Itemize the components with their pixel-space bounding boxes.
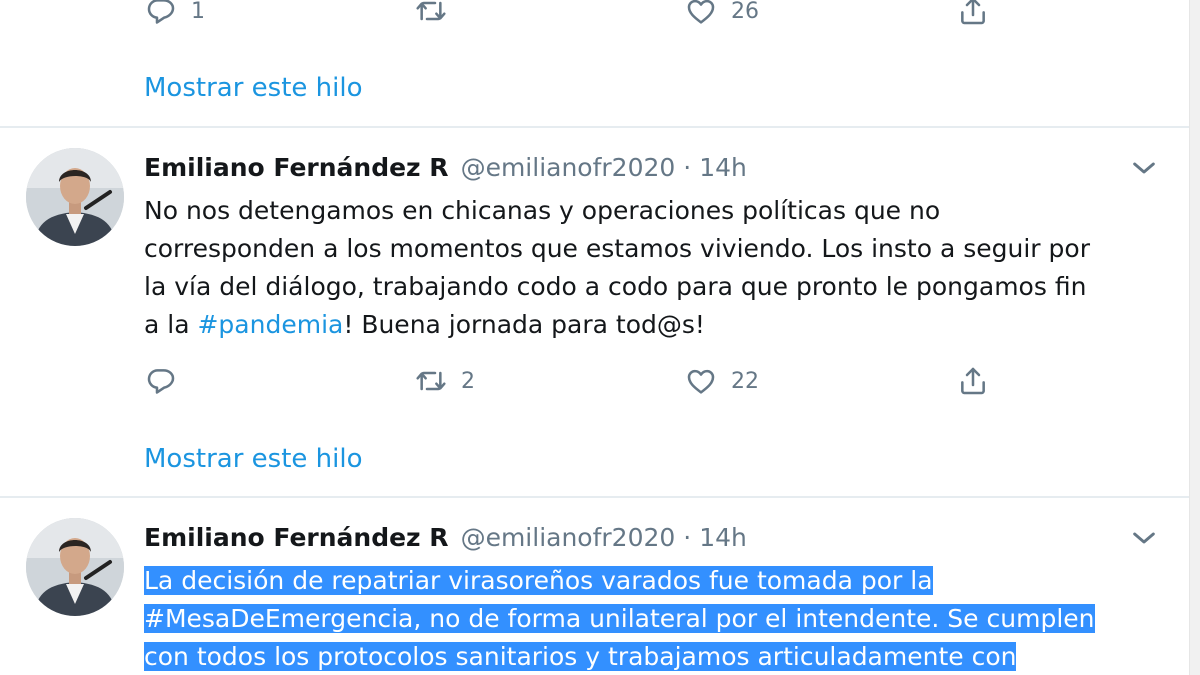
timestamp[interactable]: 14h bbox=[699, 523, 747, 552]
tweet-header: Emiliano Fernández R @emilianofr2020 · 1… bbox=[144, 520, 747, 554]
author-handle[interactable]: @emilianofr2020 bbox=[461, 153, 676, 182]
scrollbar[interactable] bbox=[1189, 0, 1200, 675]
reply-icon bbox=[147, 0, 175, 24]
tweet-more-button[interactable] bbox=[1128, 152, 1160, 184]
reply-count: 1 bbox=[191, 0, 205, 24]
reply-button[interactable]: 1 bbox=[145, 0, 205, 28]
share-icon bbox=[961, 0, 985, 25]
share-icon bbox=[961, 367, 985, 395]
timeline: 1 26 Mostrar este hilo Emiliano Fernánde… bbox=[0, 0, 1190, 675]
author-handle[interactable]: @emilianofr2020 bbox=[461, 523, 676, 552]
retweet-button[interactable] bbox=[415, 0, 461, 28]
tweet-actions: 2 22 bbox=[145, 364, 1045, 398]
show-thread-link[interactable]: Mostrar este hilo bbox=[144, 443, 363, 475]
show-thread-link[interactable]: Mostrar este hilo bbox=[144, 72, 363, 104]
selected-text: La decisión de repatriar virasoreños var… bbox=[144, 566, 933, 595]
separator: · bbox=[683, 522, 692, 552]
heart-icon bbox=[687, 0, 715, 24]
selected-text: #MesaDeEmergencia, no de forma unilatera… bbox=[144, 604, 1095, 633]
share-button[interactable] bbox=[957, 364, 989, 398]
like-count: 22 bbox=[731, 368, 759, 394]
author-name[interactable]: Emiliano Fernández R bbox=[144, 523, 449, 552]
author-name[interactable]: Emiliano Fernández R bbox=[144, 153, 449, 182]
share-button[interactable] bbox=[957, 0, 989, 28]
avatar[interactable] bbox=[26, 518, 124, 616]
tweet[interactable]: Emiliano Fernández R @emilianofr2020 · 1… bbox=[0, 498, 1190, 675]
avatar-image bbox=[26, 518, 124, 616]
avatar[interactable] bbox=[26, 148, 124, 246]
hashtag-link[interactable]: #pandemia bbox=[197, 310, 343, 339]
retweet-button[interactable]: 2 bbox=[415, 364, 475, 398]
tweet-text: No nos detengamos en chicanas y operacio… bbox=[144, 192, 1164, 344]
tweet-more-button[interactable] bbox=[1128, 522, 1160, 554]
tweet-text-line: La decisión de repatriar virasoreños var… bbox=[144, 562, 1164, 600]
separator: · bbox=[683, 152, 692, 182]
tweet[interactable]: Emiliano Fernández R @emilianofr2020 · 1… bbox=[0, 128, 1190, 496]
tweet-header: Emiliano Fernández R @emilianofr2020 · 1… bbox=[144, 150, 747, 184]
retweet-icon bbox=[416, 371, 446, 391]
tweet-text-line: a la #pandemia! Buena jornada para tod@s… bbox=[144, 306, 1164, 344]
tweet-text: La decisión de repatriar virasoreños var… bbox=[144, 562, 1164, 675]
retweet-count: 2 bbox=[461, 368, 475, 394]
retweet-icon bbox=[416, 1, 446, 21]
tweet-text-line: corresponden a los momentos que estamos … bbox=[144, 234, 1090, 263]
heart-icon bbox=[687, 369, 715, 394]
text-segment: a la bbox=[144, 310, 198, 339]
tweet-text-line: la vía del diálogo, trabajando codo a co… bbox=[144, 272, 1087, 301]
tweet-actions: 1 26 bbox=[145, 0, 1045, 28]
chevron-down-icon bbox=[1133, 532, 1155, 544]
selected-text: con todos los protocolos sanitarios y tr… bbox=[144, 642, 1017, 671]
tweet-text-line: No nos detengamos en chicanas y operacio… bbox=[144, 196, 941, 225]
timestamp[interactable]: 14h bbox=[699, 153, 747, 182]
text-segment: ! Buena jornada para tod@s! bbox=[343, 310, 705, 339]
like-button[interactable]: 26 bbox=[685, 0, 759, 28]
tweet-text-line: con todos los protocolos sanitarios y tr… bbox=[144, 638, 1164, 675]
tweet-text-line: #MesaDeEmergencia, no de forma unilatera… bbox=[144, 600, 1164, 638]
like-button[interactable]: 22 bbox=[685, 364, 759, 398]
avatar-image bbox=[26, 148, 124, 246]
reply-icon bbox=[147, 369, 175, 394]
reply-button[interactable] bbox=[145, 364, 191, 398]
chevron-down-icon bbox=[1133, 162, 1155, 174]
like-count: 26 bbox=[731, 0, 759, 24]
